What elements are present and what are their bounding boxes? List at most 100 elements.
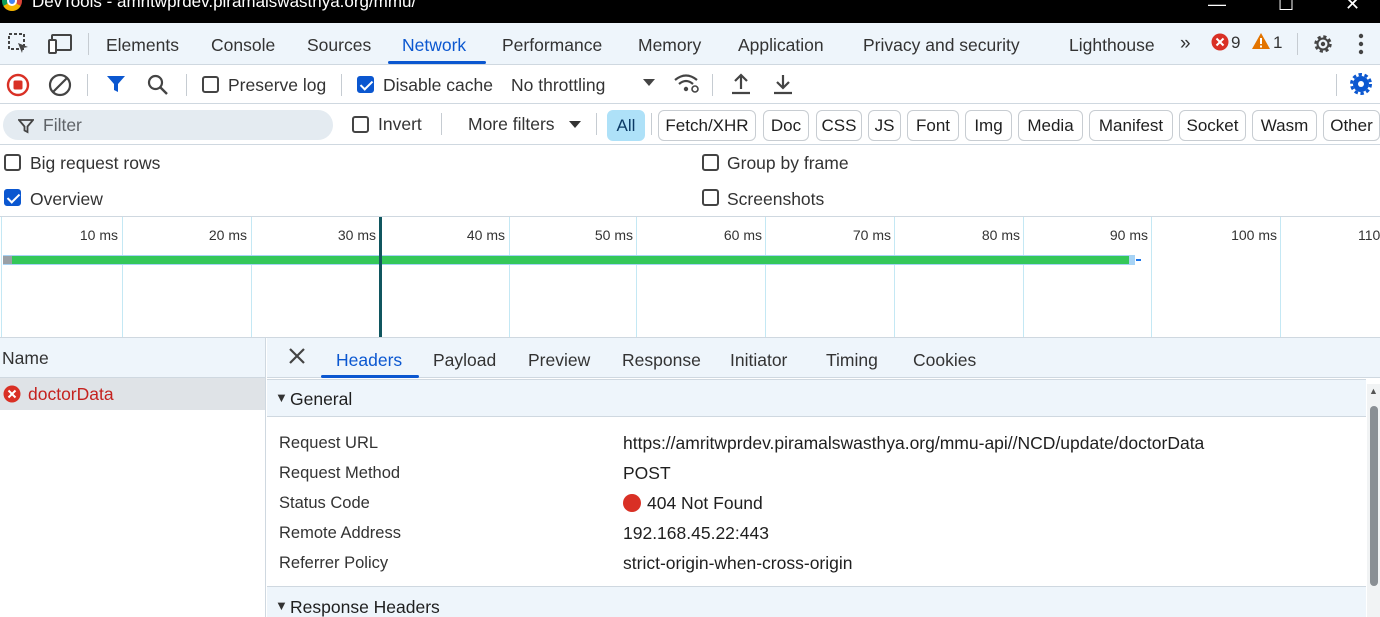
screenshots-checkbox[interactable] (702, 189, 719, 206)
scrollbar-track[interactable]: ▲ (1367, 384, 1380, 617)
filter-type-wasm[interactable]: Wasm (1252, 110, 1317, 141)
filter-type-all[interactable]: All (607, 110, 645, 141)
tab-initiator[interactable]: Initiator (730, 350, 787, 371)
filter-input[interactable] (3, 110, 333, 140)
tab-timing[interactable]: Timing (826, 350, 878, 371)
close-window-icon[interactable]: ✕ (1345, 0, 1360, 15)
tab-elements[interactable]: Elements (106, 35, 179, 56)
divider (1336, 74, 1337, 96)
invert-label[interactable]: Invert (378, 114, 422, 135)
filter-type-fetch-xhr[interactable]: Fetch/XHR (658, 110, 756, 141)
network-conditions-icon[interactable] (673, 72, 701, 96)
filter-type-other[interactable]: Other (1323, 110, 1380, 141)
divider (651, 113, 652, 135)
settings-gear-icon[interactable] (1311, 32, 1335, 56)
tab-headers[interactable]: Headers (336, 350, 402, 371)
inspect-element-icon[interactable] (7, 32, 31, 56)
divider (341, 74, 342, 96)
request-method-value: POST (623, 463, 671, 483)
tab-memory[interactable]: Memory (638, 35, 701, 56)
active-tab-indicator (321, 375, 419, 378)
warning-count-icon[interactable] (1251, 32, 1271, 50)
referrer-policy-value: strict-origin-when-cross-origin (623, 553, 853, 573)
chevron-down-icon[interactable] (569, 121, 581, 129)
upload-icon[interactable] (730, 72, 752, 96)
tick-label: 60 ms (723, 227, 762, 243)
tab-preview[interactable]: Preview (528, 350, 590, 371)
tick-label: 100 ms (1231, 227, 1277, 243)
chevron-down-icon[interactable] (643, 79, 655, 87)
filter-type-font[interactable]: Font (907, 110, 959, 141)
filter-type-manifest[interactable]: Manifest (1089, 110, 1173, 141)
disable-cache-label[interactable]: Disable cache (383, 75, 493, 96)
filter-funnel-icon[interactable] (105, 73, 127, 95)
chrome-logo-icon (2, 0, 22, 11)
request-error-icon (3, 385, 21, 403)
tab-console[interactable]: Console (211, 35, 275, 56)
error-count-icon[interactable] (1211, 33, 1229, 51)
header-key: Status Code (279, 494, 370, 512)
preserve-log-label[interactable]: Preserve log (228, 75, 326, 96)
overview-checkbox[interactable] (4, 189, 21, 206)
more-options-icon[interactable] (1358, 33, 1364, 55)
tab-performance[interactable]: Performance (502, 35, 602, 56)
header-key: Request URL (279, 434, 379, 452)
minimize-icon[interactable]: — (1208, 0, 1226, 15)
filter-funnel-small-icon (18, 118, 34, 134)
tab-lighthouse[interactable]: Lighthouse (1069, 35, 1155, 56)
tab-cookies[interactable]: Cookies (913, 350, 976, 371)
general-section-header[interactable]: ▼ General (267, 379, 1366, 417)
filter-type-js[interactable]: JS (868, 110, 901, 141)
overview-label[interactable]: Overview (30, 189, 103, 210)
maximize-icon[interactable]: ☐ (1278, 0, 1294, 15)
divider (87, 74, 88, 96)
status-error-dot-icon (623, 494, 641, 512)
device-toolbar-icon[interactable] (48, 32, 74, 56)
filter-type-socket[interactable]: Socket (1179, 110, 1246, 141)
triangle-down-icon: ▼ (275, 390, 288, 405)
download-icon[interactable] (772, 72, 794, 96)
stop-recording-icon[interactable] (6, 73, 30, 97)
group-by-frame-checkbox[interactable] (702, 154, 719, 171)
tab-application[interactable]: Application (738, 35, 824, 56)
network-options: Big request rows Group by frame Overview… (0, 145, 1380, 217)
scroll-up-arrow-icon[interactable]: ▲ (1369, 386, 1378, 396)
header-key: Referrer Policy (279, 554, 389, 572)
filter-type-media[interactable]: Media (1018, 110, 1083, 141)
tick-label: 40 ms (466, 227, 505, 243)
request-name[interactable]: doctorData (28, 384, 114, 405)
big-request-rows-label[interactable]: Big request rows (30, 153, 160, 174)
tab-network[interactable]: Network (402, 35, 466, 56)
clear-icon[interactable] (48, 73, 72, 97)
chevrons-right-icon[interactable]: » (1180, 33, 1191, 55)
tab-privacy-security[interactable]: Privacy and security (863, 35, 1020, 56)
screenshots-label[interactable]: Screenshots (727, 189, 824, 210)
name-column-header[interactable]: Name (0, 338, 265, 378)
filter-type-doc[interactable]: Doc (763, 110, 809, 141)
tab-sources[interactable]: Sources (307, 35, 371, 56)
request-bar-download (1136, 259, 1141, 261)
filter-type-img[interactable]: Img (965, 110, 1012, 141)
network-settings-gear-icon[interactable] (1349, 72, 1373, 96)
throttling-select[interactable]: No throttling (511, 75, 605, 96)
preserve-log-checkbox[interactable] (202, 76, 219, 93)
filter-type-css[interactable]: CSS (816, 110, 862, 141)
tick-label: 30 ms (337, 227, 376, 243)
request-row[interactable]: doctorData (0, 378, 265, 410)
scrollbar-thumb[interactable] (1370, 406, 1378, 586)
disable-cache-checkbox[interactable] (357, 76, 374, 93)
more-filters-dropdown[interactable]: More filters (468, 114, 555, 135)
main-tab-bar: Elements Console Sources Network Perform… (0, 23, 1380, 65)
invert-checkbox[interactable] (352, 116, 369, 133)
tab-payload[interactable]: Payload (433, 350, 496, 371)
close-icon[interactable] (288, 347, 306, 365)
overview-timeline[interactable]: 10 ms 20 ms 30 ms 40 ms 50 ms 60 ms 70 m… (0, 217, 1380, 338)
group-by-frame-label[interactable]: Group by frame (727, 153, 849, 174)
warning-count[interactable]: 1 (1273, 33, 1282, 53)
search-icon[interactable] (146, 73, 170, 97)
response-headers-section-header[interactable]: ▼ Response Headers (267, 586, 1366, 617)
error-count[interactable]: 9 (1231, 33, 1240, 53)
big-request-rows-checkbox[interactable] (4, 154, 21, 171)
tab-response[interactable]: Response (622, 350, 701, 371)
response-headers-title: Response Headers (290, 597, 440, 617)
